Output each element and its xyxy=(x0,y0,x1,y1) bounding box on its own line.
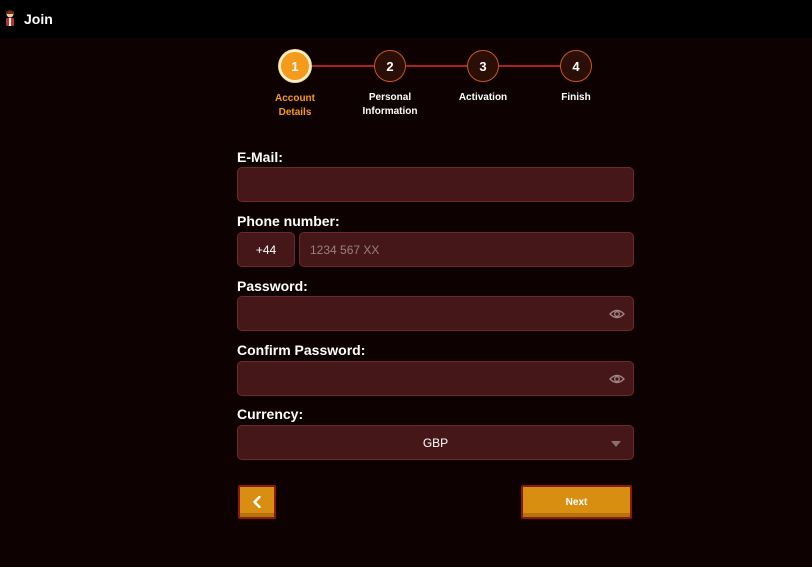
email-field-wrapper xyxy=(237,167,634,202)
step-4-label: Finish xyxy=(521,91,631,105)
currency-label: Currency: xyxy=(237,406,304,422)
confirm-password-field-wrapper xyxy=(237,361,634,396)
progress-stepper: 1 2 3 4 Account Details Personal Informa… xyxy=(0,0,812,130)
currency-select[interactable]: GBP xyxy=(237,425,634,460)
confirm-password-field[interactable] xyxy=(238,362,633,395)
chevron-left-icon xyxy=(253,496,261,508)
step-3-circle[interactable]: 3 xyxy=(467,50,499,82)
step-2-label-line2: Information xyxy=(362,106,418,117)
phone-field[interactable] xyxy=(300,233,633,266)
email-label: E-Mail: xyxy=(237,149,283,165)
step-4-number: 4 xyxy=(572,58,580,74)
password-label: Password: xyxy=(237,278,308,294)
step-2-number: 2 xyxy=(386,58,394,74)
eye-icon[interactable] xyxy=(609,307,625,321)
step-connector xyxy=(406,65,468,67)
step-connector xyxy=(310,65,374,67)
step-connector xyxy=(499,65,561,67)
chevron-down-icon xyxy=(611,441,621,447)
back-button[interactable] xyxy=(238,485,276,519)
step-4-circle[interactable]: 4 xyxy=(560,50,592,82)
step-3-number: 3 xyxy=(479,58,487,74)
phone-field-wrapper xyxy=(299,232,634,267)
step-2-circle[interactable]: 2 xyxy=(374,50,406,82)
eye-icon[interactable] xyxy=(609,372,625,386)
step-1-number: 1 xyxy=(291,58,299,74)
phone-prefix-select[interactable]: +44 xyxy=(237,232,295,267)
currency-selected-value: GBP xyxy=(422,435,449,450)
next-button[interactable]: Next xyxy=(521,485,632,519)
password-field-wrapper xyxy=(237,296,634,331)
email-field[interactable] xyxy=(238,168,633,201)
step-1-circle[interactable]: 1 xyxy=(279,50,311,82)
next-button-label: Next xyxy=(565,496,588,508)
step-1-label: Account Details xyxy=(240,92,350,120)
step-1-label-line1: Account xyxy=(275,93,315,104)
confirm-password-label: Confirm Password: xyxy=(237,342,366,358)
phone-prefix-text: +44 xyxy=(255,242,277,257)
password-field[interactable] xyxy=(238,297,633,330)
step-4-label-line1: Finish xyxy=(561,92,591,103)
step-1-label-line2: Details xyxy=(278,107,312,118)
phone-label: Phone number: xyxy=(237,213,340,229)
